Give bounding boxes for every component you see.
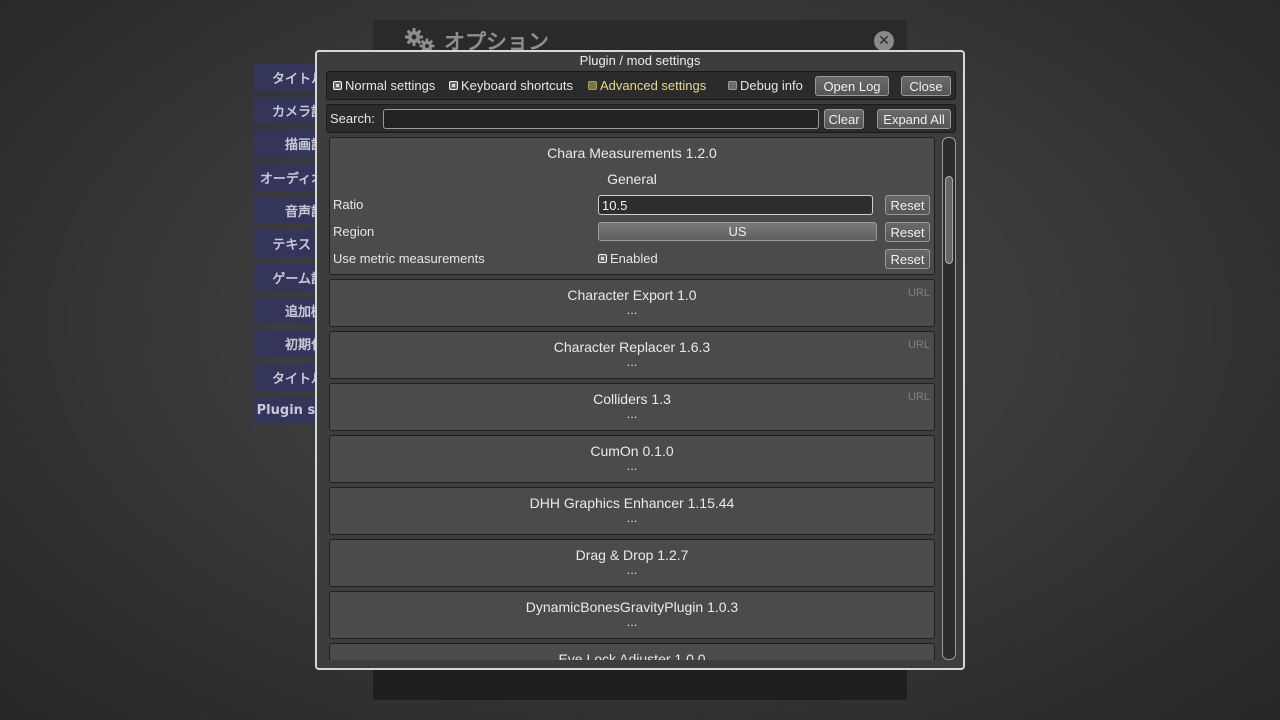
close-icon[interactable]: ✕ <box>874 31 894 51</box>
plugin-title[interactable]: CumOn 0.1.0 <box>330 443 934 459</box>
region-selector[interactable]: US <box>598 222 877 241</box>
plugin-description: ... <box>626 406 638 421</box>
debug-info-toggle[interactable]: Debug info <box>728 72 803 99</box>
checkbox-icon <box>449 81 458 90</box>
metric-enabled-toggle[interactable]: Enabled <box>598 246 658 270</box>
plugin-card[interactable]: Eye Lock Adjuster 1.0.0 <box>329 643 935 660</box>
plugin-title[interactable]: Eye Lock Adjuster 1.0.0 <box>330 651 934 660</box>
checkbox-icon <box>598 253 607 263</box>
plugin-card[interactable]: DHH Graphics Enhancer 1.15.44... <box>329 487 935 535</box>
advanced-settings-toggle[interactable]: Advanced settings <box>588 72 706 99</box>
reset-ratio-button[interactable]: Reset <box>885 195 930 215</box>
keyboard-shortcuts-label: Keyboard shortcuts <box>461 78 574 93</box>
search-input[interactable] <box>383 109 819 129</box>
plugin-description: ... <box>626 458 638 473</box>
plugin-url-link[interactable]: URL <box>908 391 930 403</box>
plugin-card[interactable]: Drag & Drop 1.2.7... <box>329 539 935 587</box>
plugin-card[interactable]: DynamicBonesGravityPlugin 1.0.3... <box>329 591 935 639</box>
ratio-input[interactable] <box>598 195 873 215</box>
plugin-card-expanded: Chara Measurements 1.2.0 General Ratio R… <box>329 137 935 275</box>
debug-info-label: Debug info <box>740 78 803 93</box>
plugin-url-link[interactable]: URL <box>908 339 930 351</box>
plugin-title[interactable]: Colliders 1.3 <box>330 391 934 407</box>
plugin-card[interactable]: Colliders 1.3... URL <box>329 383 935 431</box>
normal-settings-label: Normal settings <box>345 78 436 93</box>
setting-name-region: Region <box>333 224 375 239</box>
settings-toolbar: Normal settings Keyboard shortcuts Advan… <box>326 71 956 100</box>
section-header: General <box>607 171 657 187</box>
reset-metric-button[interactable]: Reset <box>885 249 930 269</box>
checkbox-icon <box>588 81 597 90</box>
plugin-title[interactable]: DynamicBonesGravityPlugin 1.0.3 <box>330 599 934 615</box>
window-title: Plugin / mod settings <box>579 53 701 68</box>
scrollbar-thumb[interactable] <box>945 176 953 264</box>
normal-settings-toggle[interactable]: Normal settings <box>333 72 435 99</box>
reset-region-button[interactable]: Reset <box>885 222 930 242</box>
plugin-title[interactable]: Character Replacer 1.6.3 <box>330 339 934 355</box>
plugin-list-scrollbar[interactable] <box>942 137 956 660</box>
checkbox-icon <box>728 81 737 90</box>
keyboard-shortcuts-toggle[interactable]: Keyboard shortcuts <box>449 72 573 99</box>
plugin-title[interactable]: Drag & Drop 1.2.7 <box>330 547 934 563</box>
plugin-description: ... <box>626 614 638 629</box>
clear-search-button[interactable]: Clear <box>824 109 864 129</box>
setting-name-metric: Use metric measurements <box>333 251 485 266</box>
checkbox-icon <box>333 81 342 90</box>
plugin-card[interactable]: Character Export 1.0... URL <box>329 279 935 327</box>
search-label: Search: <box>330 111 375 126</box>
expand-all-button[interactable]: Expand All <box>877 109 951 129</box>
plugin-description: ... <box>626 354 638 369</box>
plugin-settings-window: Plugin / mod settings Normal settings Ke… <box>315 50 965 670</box>
setting-name-ratio: Ratio <box>333 197 364 212</box>
plugin-card[interactable]: CumOn 0.1.0... <box>329 435 935 483</box>
plugin-title[interactable]: Character Export 1.0 <box>330 287 934 303</box>
plugin-description: ... <box>626 302 638 317</box>
plugin-title[interactable]: DHH Graphics Enhancer 1.15.44 <box>330 495 934 511</box>
close-button[interactable]: Close <box>901 76 951 96</box>
plugin-description: ... <box>626 562 638 577</box>
advanced-settings-label: Advanced settings <box>600 78 707 93</box>
plugin-list: Chara Measurements 1.2.0 General Ratio R… <box>326 137 938 660</box>
plugin-url-link[interactable]: URL <box>908 287 930 299</box>
plugin-title[interactable]: Chara Measurements 1.2.0 <box>330 145 934 161</box>
plugin-description: ... <box>626 510 638 525</box>
metric-enabled-label: Enabled <box>610 250 658 266</box>
open-log-button[interactable]: Open Log <box>815 76 889 96</box>
search-bar: Search: Clear Expand All <box>326 104 956 133</box>
plugin-card[interactable]: Character Replacer 1.6.3... URL <box>329 331 935 379</box>
